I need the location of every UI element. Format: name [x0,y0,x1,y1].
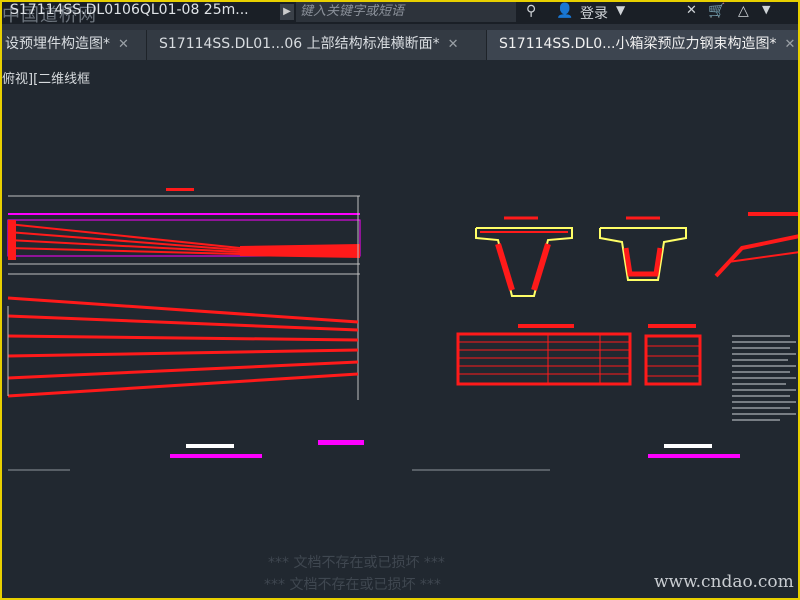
yellow-frame [0,0,800,600]
